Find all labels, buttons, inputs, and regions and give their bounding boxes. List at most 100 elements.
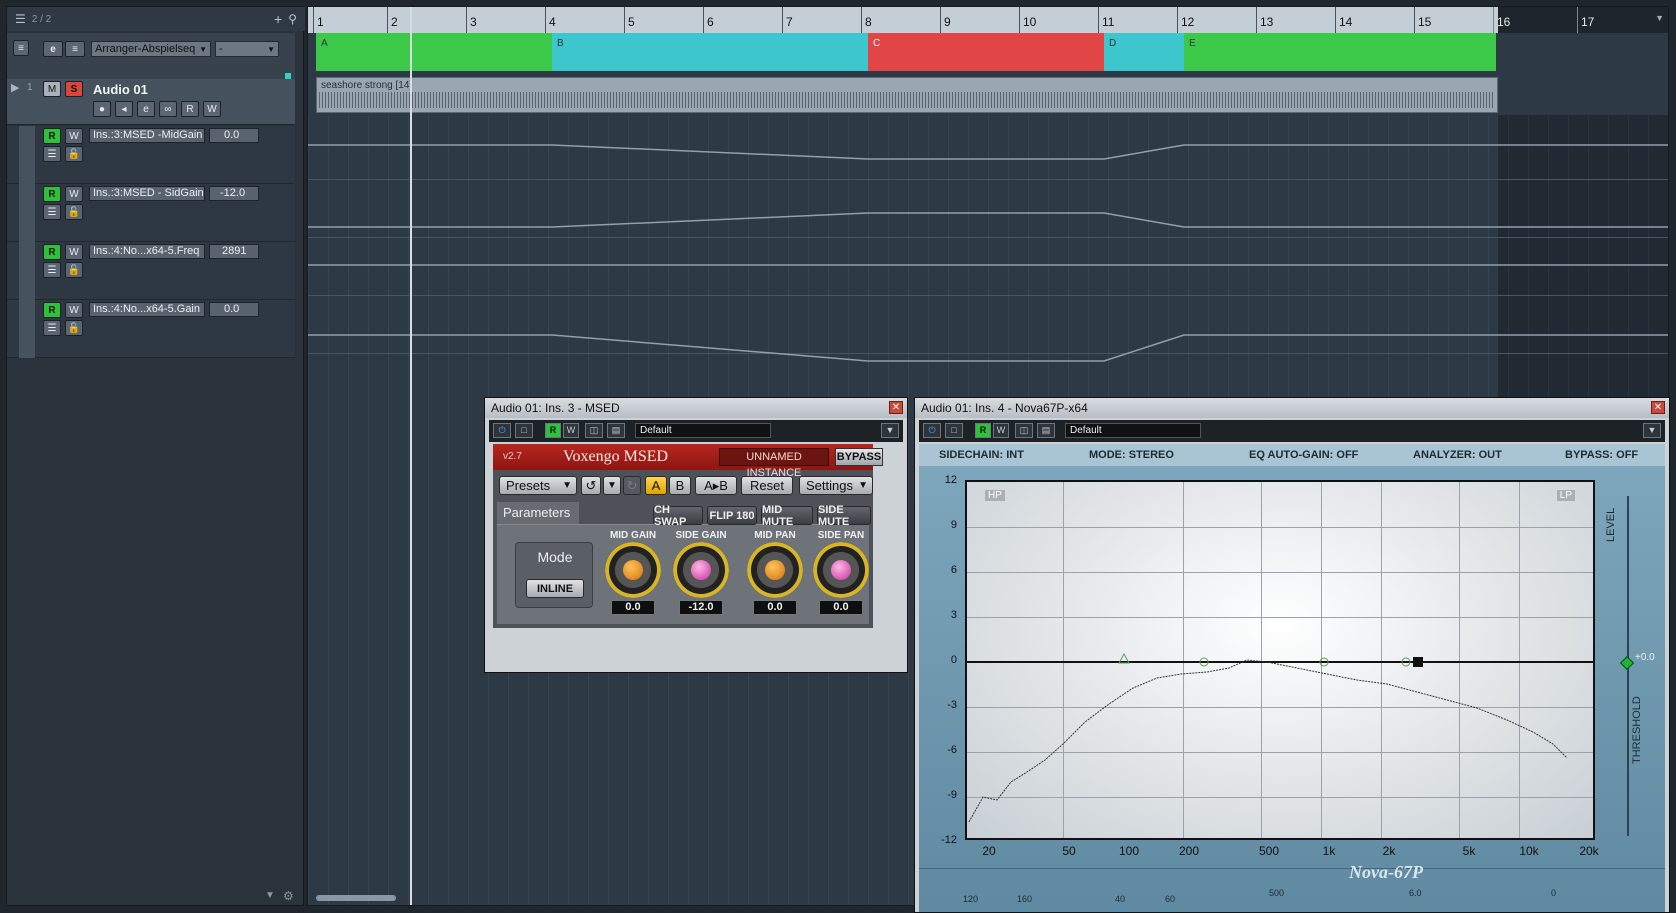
lane-lock-icon[interactable]: 🔓 (65, 204, 83, 220)
edit-channel-icon[interactable]: e (137, 101, 155, 117)
bypass-button[interactable]: BYPASS (835, 448, 883, 466)
reset-button[interactable]: Reset (741, 476, 793, 495)
audio-track[interactable]: ▶ 1 M S Audio 01 ● ◂ e ∞ R W (7, 79, 295, 125)
power-icon[interactable]: ⏻ (493, 423, 511, 438)
solo-button[interactable]: S (65, 81, 83, 97)
arranger-edit-button[interactable]: e (43, 41, 63, 57)
audio-event[interactable]: seashore strong [14] (316, 77, 1498, 113)
link-icon[interactable]: ∞ (159, 101, 177, 117)
project-cursor[interactable] (410, 7, 412, 905)
mode-inline-button[interactable]: INLINE (526, 579, 584, 598)
add-track-icon[interactable]: + (274, 11, 282, 27)
nova-plugin-window[interactable]: Audio 01: Ins. 4 - Nova67P-x64 ✕ ⏻ □ R W… (914, 397, 1670, 913)
automation-read-button[interactable]: R (43, 244, 61, 260)
automation-write-button[interactable]: W (65, 128, 83, 144)
bypass-toggle-icon[interactable]: □ (945, 423, 963, 438)
side-gain-knob[interactable] (673, 542, 729, 598)
compare-icon[interactable]: ◫ (585, 423, 603, 438)
settings-button[interactable]: Settings ▼ (799, 476, 873, 495)
automation-read-button[interactable]: R (43, 302, 61, 318)
automation-value-field[interactable]: 2891 (209, 244, 259, 259)
undo-icon[interactable]: ↺ (581, 476, 601, 495)
automation-param-field[interactable]: Ins.:4:No...x64-5.Gain (89, 302, 205, 317)
automation-lane-2[interactable]: R W Ins.:3:MSED - SidGain -12.0 ☰ 🔓 (7, 184, 295, 242)
redo-icon[interactable]: ↻ (623, 476, 641, 495)
record-enable-icon[interactable]: ● (93, 101, 111, 117)
expand-icon[interactable]: ▶ (11, 81, 19, 94)
horizontal-scrollbar[interactable] (316, 895, 396, 901)
parameters-tab[interactable]: Parameters (497, 502, 579, 524)
side-pan-value[interactable]: 0.0 (819, 600, 863, 615)
vertical-scrollbar[interactable] (1660, 47, 1666, 127)
bypass-status[interactable]: BYPASS: OFF (1565, 449, 1638, 461)
arranger-event-e[interactable]: E (1184, 33, 1496, 71)
msed-title[interactable]: Audio 01: Ins. 3 - MSED (485, 398, 907, 418)
lane-menu-icon[interactable]: ☰ (43, 262, 61, 278)
flip-180-button[interactable]: FLIP 180 (707, 506, 757, 525)
write-automation-icon[interactable]: W (993, 423, 1009, 438)
lane-lock-icon[interactable]: 🔓 (65, 320, 83, 336)
eq-graph[interactable]: HP LP (965, 480, 1595, 840)
track-read-button[interactable]: R (181, 101, 199, 117)
msed-plugin-window[interactable]: Audio 01: Ins. 3 - MSED ✕ ⏻ □ R W ◫ ▤ De… (484, 397, 908, 673)
power-icon[interactable]: ⏻ (923, 423, 941, 438)
preset-a-button[interactable]: A (645, 476, 667, 495)
automation-read-button[interactable]: R (43, 186, 61, 202)
edit-icon[interactable]: ≡ (13, 40, 29, 56)
automation-lane-3[interactable]: R W Ins.:4:No...x64-5.Freq 2891 ☰ 🔓 (7, 242, 295, 300)
sidechain-icon[interactable]: ▤ (1037, 423, 1055, 438)
track-name[interactable]: Audio 01 (93, 82, 148, 97)
analyzer-status[interactable]: ANALYZER: OUT (1413, 449, 1502, 461)
lane-menu-icon[interactable]: ☰ (43, 320, 61, 336)
copy-a-to-b-button[interactable]: A▸B (695, 476, 737, 495)
ch-swap-button[interactable]: CH SWAP (653, 504, 703, 528)
automation-read-button[interactable]: R (43, 128, 61, 144)
mid-pan-value[interactable]: 0.0 (753, 600, 797, 615)
search-icon[interactable]: ⚲ (288, 12, 297, 26)
write-automation-icon[interactable]: W (563, 423, 579, 438)
arranger-event-c[interactable]: C (868, 33, 1104, 71)
instance-name-button[interactable]: UNNAMED INSTANCE (719, 448, 829, 479)
automation-lane-1[interactable]: R W Ins.:3:MSED -MidGain 0.0 ☰ 🔓 (7, 126, 295, 184)
compare-icon[interactable]: ◫ (1015, 423, 1033, 438)
autogain-status[interactable]: EQ AUTO-GAIN: OFF (1249, 449, 1358, 461)
close-icon[interactable]: ✕ (889, 401, 903, 414)
list-icon[interactable]: ☰ (15, 12, 26, 26)
mute-button[interactable]: M (43, 81, 61, 97)
threshold-handle[interactable] (1619, 655, 1635, 671)
mid-pan-knob[interactable] (747, 542, 803, 598)
arranger-event-b[interactable]: B (552, 33, 868, 71)
side-mute-button[interactable]: SIDE MUTE (817, 504, 871, 528)
bypass-toggle-icon[interactable]: □ (515, 423, 533, 438)
preset-field[interactable]: Default (1065, 423, 1201, 438)
nova-title[interactable]: Audio 01: Ins. 4 - Nova67P-x64 (915, 398, 1669, 418)
lane-menu-icon[interactable]: ☰ (43, 146, 61, 162)
read-automation-icon[interactable]: R (975, 423, 991, 438)
arranger-event-a[interactable]: A (316, 33, 552, 71)
mid-mute-button[interactable]: MID MUTE (761, 504, 813, 528)
mid-gain-value[interactable]: 0.0 (611, 600, 655, 615)
automation-write-button[interactable]: W (65, 244, 83, 260)
automation-curves[interactable] (308, 115, 1669, 375)
arranger-chain-dropdown[interactable]: Arranger-Abspielseq ▼ (91, 41, 211, 57)
monitor-icon[interactable]: ◂ (115, 101, 133, 117)
automation-write-button[interactable]: W (65, 302, 83, 318)
preset-b-button[interactable]: B (669, 476, 691, 495)
automation-param-field[interactable]: Ins.:3:MSED -MidGain (89, 128, 205, 143)
preset-menu-icon[interactable]: ▼ (1643, 423, 1661, 438)
lane-menu-icon[interactable]: ☰ (43, 204, 61, 220)
lane-lock-icon[interactable]: 🔓 (65, 146, 83, 162)
arranger-list-button[interactable]: ≡ (65, 41, 85, 57)
sidechain-status[interactable]: SIDECHAIN: INT (939, 449, 1024, 461)
ruler-menu-icon[interactable]: ▼ (1655, 13, 1664, 23)
side-pan-knob[interactable] (813, 542, 869, 598)
arranger-event-d[interactable]: D (1104, 33, 1184, 71)
automation-value-field[interactable]: -12.0 (209, 186, 259, 201)
timeline-ruler[interactable]: 1 2 3 4 5 6 7 8 9 10 11 12 13 14 15 16 1… (308, 7, 1668, 33)
gear-icon[interactable]: ⚙ (283, 889, 294, 903)
sidechain-icon[interactable]: ▤ (607, 423, 625, 438)
automation-param-field[interactable]: Ins.:3:MSED - SidGain (89, 186, 205, 201)
automation-param-field[interactable]: Ins.:4:No...x64-5.Freq (89, 244, 205, 259)
mode-status[interactable]: MODE: STEREO (1089, 449, 1174, 461)
arranger-secondary-dropdown[interactable]: - ▼ (215, 41, 279, 57)
